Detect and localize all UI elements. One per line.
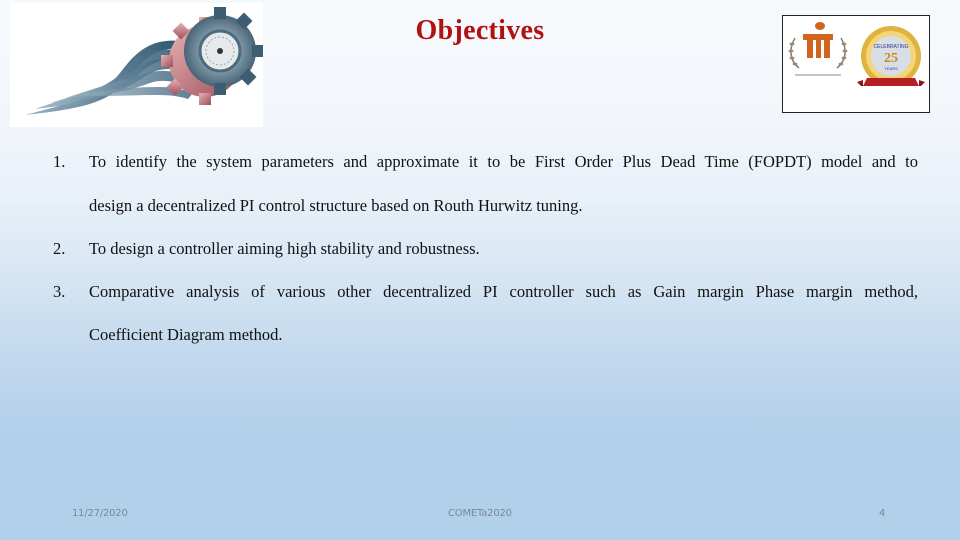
svg-text:25: 25 <box>884 51 898 66</box>
objective-number: 1. <box>53 152 66 171</box>
objective-text-line: Comparative analysis of various other de… <box>89 282 918 301</box>
manipal-logo-icon <box>788 22 848 76</box>
conference-logo <box>10 3 263 127</box>
objective-text-line: Coefficient Diagram method. <box>89 325 283 344</box>
slide-number: 4 <box>879 508 886 519</box>
objective-text-line: To identify the system parameters and ap… <box>89 152 918 171</box>
gear-wave-logo-icon <box>25 7 263 116</box>
slide-title: Objectives <box>415 15 545 46</box>
objective-number: 3. <box>53 282 66 301</box>
jubilee-emblem-icon: CELEBRATING 25 YEARS <box>857 26 925 86</box>
objective-text-line: design a decentralized PI control struct… <box>89 196 583 215</box>
svg-text:CELEBRATING: CELEBRATING <box>874 44 909 50</box>
svg-text:YEARS: YEARS <box>884 66 898 71</box>
footer-date: 11/27/2020 <box>72 508 128 519</box>
footer-conference-name: COMETa2020 <box>448 508 512 519</box>
institution-logos: CELEBRATING 25 YEARS <box>782 15 930 113</box>
objective-number: 2. <box>53 239 66 258</box>
objective-text-line: To design a controller aiming high stabi… <box>89 239 480 258</box>
slide: Objectives CELEBRATING 25 YEARS 1. To id… <box>0 0 960 540</box>
